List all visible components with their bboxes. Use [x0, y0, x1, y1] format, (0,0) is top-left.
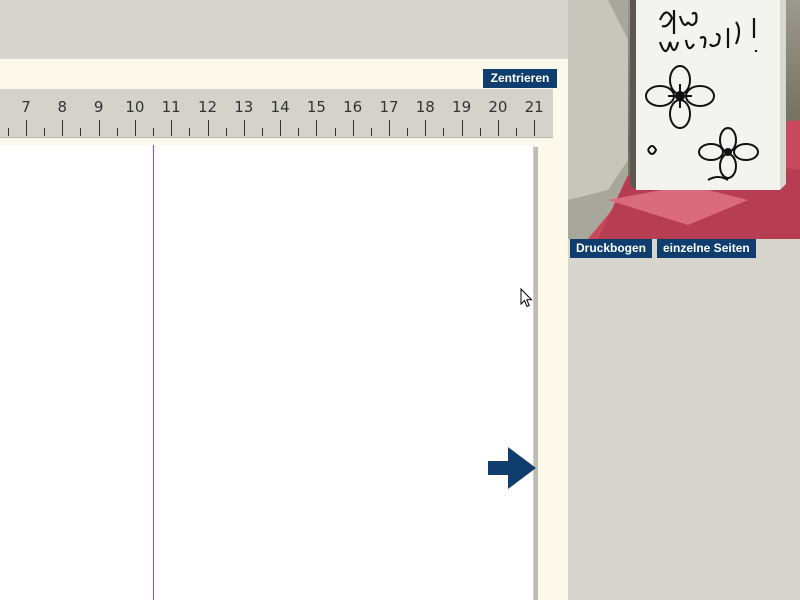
- ruler-label: 16: [343, 98, 363, 116]
- ruler-major-tick: [497, 120, 499, 136]
- ruler-minor-tick: [80, 128, 82, 136]
- preview-image: [568, 0, 800, 239]
- ruler-label: 7: [21, 98, 31, 116]
- ruler-minor-tick: [116, 128, 118, 136]
- ruler-label: 15: [306, 98, 326, 116]
- ruler-major-tick: [534, 120, 536, 136]
- editor-area: Zentrieren 7 8 9 10 11 12 13 14 15 16 17 18 19 20 21: [0, 0, 568, 600]
- ruler-minor-tick: [153, 128, 155, 136]
- arrow-right-icon[interactable]: [486, 441, 540, 495]
- ruler-minor-tick: [44, 128, 46, 136]
- ruler-major-tick: [389, 120, 390, 136]
- ruler-label: 10: [125, 98, 145, 116]
- card-page[interactable]: [0, 145, 534, 600]
- ruler-minor-tick: [407, 128, 409, 136]
- ruler-label: 12: [197, 98, 218, 116]
- sidebar: Druckbogen einzelne Seiten: [568, 0, 800, 600]
- ruler-label: 14: [270, 98, 290, 116]
- ruler-label: 19: [452, 98, 472, 116]
- ruler-minor-tick: [7, 128, 9, 136]
- ruler-major-tick: [352, 120, 354, 136]
- center-button[interactable]: Zentrieren: [483, 69, 557, 88]
- ruler-minor-tick: [479, 128, 481, 136]
- tab-single-pages[interactable]: einzelne Seiten: [657, 239, 756, 258]
- ruler-minor-tick: [261, 128, 263, 136]
- ruler-major-tick: [461, 120, 463, 136]
- ruler-major-tick: [62, 120, 64, 136]
- ruler-minor-tick: [298, 128, 300, 136]
- mouse-cursor-icon: [520, 288, 533, 308]
- ruler-major-tick: [134, 120, 136, 136]
- ruler-major-tick: [243, 120, 245, 136]
- ruler-minor-tick: [225, 128, 227, 136]
- ruler-label: 18: [415, 98, 435, 116]
- ruler-major-tick: [316, 120, 318, 136]
- ruler-minor-tick: [334, 128, 336, 136]
- ruler-label: 9: [93, 98, 104, 116]
- ruler-label: 8: [57, 98, 68, 116]
- ruler-label: 17: [379, 98, 399, 116]
- ruler-major-tick: [26, 120, 27, 136]
- ruler-major-tick: [98, 120, 100, 136]
- ruler-label: 11: [161, 98, 181, 116]
- ruler-major-tick: [207, 120, 209, 136]
- ruler-minor-tick: [189, 128, 191, 136]
- ruler-minor-tick: [443, 128, 445, 136]
- ruler-minor-tick: [516, 128, 518, 136]
- card-preview[interactable]: [568, 0, 800, 239]
- ruler-label: 13: [234, 98, 254, 116]
- tab-print-sheet[interactable]: Druckbogen: [570, 239, 653, 258]
- ruler-label: 20: [488, 98, 508, 116]
- ruler-minor-tick: [370, 128, 372, 136]
- ruler-major-tick: [425, 120, 427, 136]
- ruler-major-tick: [280, 120, 282, 136]
- fold-line: [153, 145, 154, 600]
- horizontal-ruler: 7 8 9 10 11 12 13 14 15 16 17 18 19 20 21: [0, 89, 553, 138]
- ruler-label: 21: [524, 98, 544, 116]
- ruler-major-tick: [171, 120, 173, 136]
